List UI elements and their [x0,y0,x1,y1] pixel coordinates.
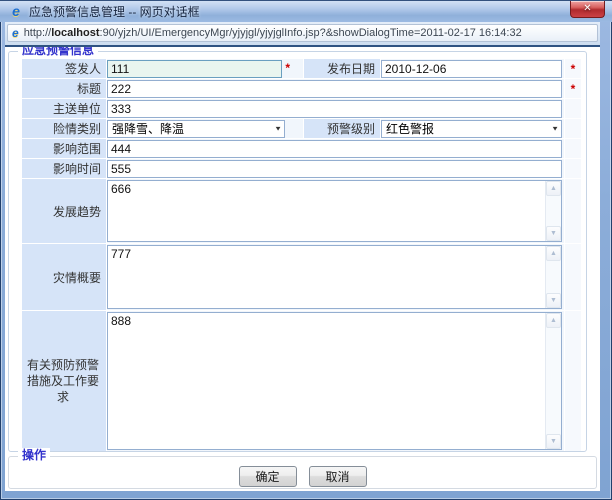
title-label: 标题 [22,79,106,98]
row-trend: 发展趋势 666 ▲ ▼ [22,179,581,243]
actions-legend: 操作 [18,448,50,462]
danger-type-value: 强降雪、降温 [112,120,184,137]
fieldset-legend: 应急预警信息 [18,47,98,57]
disaster-summary-textarea[interactable]: 777 [108,246,544,308]
chevron-down-icon: ▼ [274,125,282,132]
measures-label: 有关预防预警措施及工作要求 [22,311,106,451]
row-affect-scope: 影响范围 [22,139,581,158]
scrollbar[interactable]: ▲ ▼ [545,313,561,449]
ok-button[interactable]: 确定 [239,466,297,487]
affect-scope-label: 影响范围 [22,139,106,158]
close-icon: ✕ [583,3,591,14]
ie-icon: e [12,26,19,40]
title-bar: e 应急预警信息管理 -- 网页对话框 ✕ [0,0,612,22]
row-type-level: 险情类别 强降雪、降温 ▼ 预警级别 红色警报 ▼ [22,119,581,138]
disaster-summary-textarea-wrap: 777 ▲ ▼ [107,245,562,309]
scroll-up-icon[interactable]: ▲ [546,313,561,328]
scroll-up-icon[interactable]: ▲ [546,181,561,196]
row-signer-date: 签发人 * 发布日期 * [22,59,581,78]
warning-level-label: 预警级别 [304,119,380,138]
row-title: 标题 * [22,79,581,98]
row-measures: 有关预防预警措施及工作要求 888 ▲ ▼ [22,311,581,451]
row-affect-time: 影响时间 [22,159,581,178]
warning-level-select[interactable]: 红色警报 ▼ [381,120,562,138]
disaster-summary-label: 灾情概要 [22,244,106,310]
scroll-down-icon[interactable]: ▼ [546,226,561,241]
measures-textarea-wrap: 888 ▲ ▼ [107,312,562,450]
main-recipient-input[interactable] [107,100,562,118]
required-marker: * [571,82,576,96]
main-recipient-label: 主送单位 [22,99,106,118]
required-marker: * [571,62,576,76]
publish-date-input[interactable] [381,60,562,78]
window-title: 应急预警信息管理 -- 网页对话框 [29,3,200,20]
warning-info-fieldset: 应急预警信息 签发人 * 发布日期 * [8,51,587,452]
scroll-down-icon[interactable]: ▼ [546,434,561,449]
chevron-down-icon: ▼ [551,125,559,132]
scroll-up-icon[interactable]: ▲ [546,246,561,261]
url-host: localhost [51,27,99,39]
signer-input[interactable] [107,60,282,78]
ie-icon: e [8,3,24,19]
measures-textarea[interactable]: 888 [108,313,544,449]
url-path: :90/yjzh/UI/EmergencyMgr/yjyjgl/yjyjglIn… [100,27,522,39]
warning-level-value: 红色警报 [386,120,434,137]
dialog-content: 应急预警信息 签发人 * 发布日期 * [5,47,600,491]
dialog-window: e 应急预警信息管理 -- 网页对话框 ✕ e http://localhost… [0,0,612,500]
close-button[interactable]: ✕ [570,1,605,18]
publish-date-label: 发布日期 [304,59,380,78]
warning-form-table: 签发人 * 发布日期 * 标题 [21,58,582,452]
row-disaster-summary: 灾情概要 777 ▲ ▼ [22,244,581,310]
url-protocol: http:// [24,27,52,39]
trend-textarea-wrap: 666 ▲ ▼ [107,180,562,242]
required-marker: * [285,61,290,75]
affect-scope-input[interactable] [107,140,562,158]
affect-time-label: 影响时间 [22,159,106,178]
scrollbar[interactable]: ▲ ▼ [545,181,561,241]
actions-fieldset: 操作 确定 取消 [8,456,597,489]
title-input[interactable] [107,80,562,98]
row-main-recipient: 主送单位 [22,99,581,118]
scroll-down-icon[interactable]: ▼ [546,293,561,308]
trend-label: 发展趋势 [22,179,106,243]
cancel-button[interactable]: 取消 [309,466,367,487]
url-field: e http://localhost:90/yjzh/UI/EmergencyM… [7,24,598,42]
button-row: 确定 取消 [9,457,596,487]
danger-type-label: 险情类别 [22,119,106,138]
trend-textarea[interactable]: 666 [108,181,544,241]
signer-label: 签发人 [22,59,106,78]
scrollbar[interactable]: ▲ ▼ [545,246,561,308]
danger-type-select[interactable]: 强降雪、降温 ▼ [107,120,285,138]
affect-time-input[interactable] [107,160,562,178]
address-bar: e http://localhost:90/yjzh/UI/EmergencyM… [5,22,600,47]
